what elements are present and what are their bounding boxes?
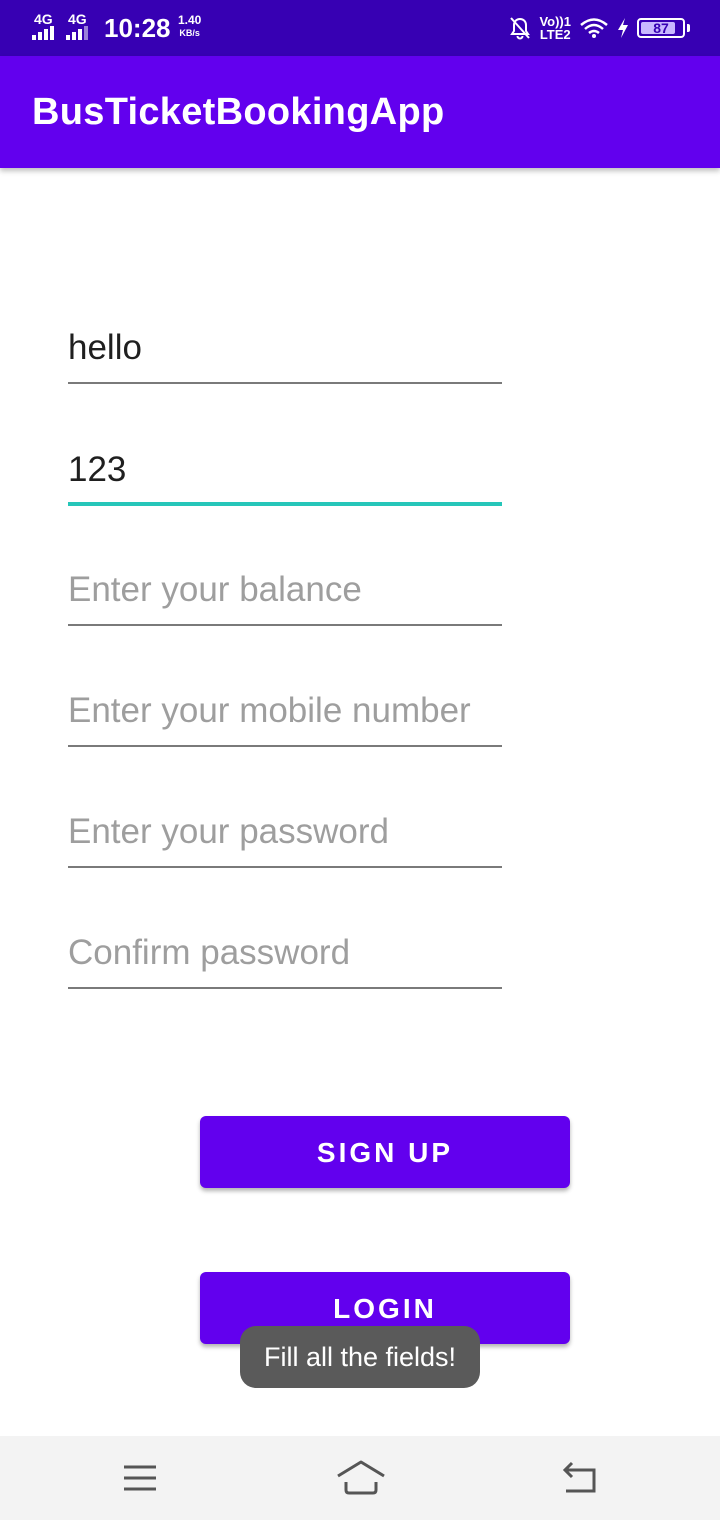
network-speed: 1.40 KB/s — [178, 14, 201, 40]
mobile-underline — [68, 745, 502, 747]
mobile-field[interactable] — [68, 677, 502, 747]
balance-underline — [68, 624, 502, 626]
app-bar: BusTicketBookingApp — [0, 56, 720, 168]
status-bar: 4G 4G 10:28 1.40 KB/s Vo))1 LTE2 87 — [0, 0, 720, 56]
battery-level: 87 — [653, 20, 669, 36]
battery-cap — [687, 24, 690, 32]
name-input[interactable] — [68, 314, 502, 382]
wifi-icon — [580, 18, 608, 38]
signal-icon: 4G — [66, 12, 96, 42]
id-underline — [68, 502, 502, 506]
charging-icon — [618, 18, 628, 38]
name-field[interactable] — [68, 314, 502, 384]
confirm-password-field[interactable] — [68, 919, 502, 989]
password-input[interactable] — [68, 798, 502, 866]
password-underline — [68, 866, 502, 868]
navigation-bar — [0, 1436, 720, 1520]
id-field[interactable] — [68, 436, 502, 506]
name-underline — [68, 382, 502, 384]
menu-icon[interactable] — [118, 1458, 162, 1498]
app-title: BusTicketBookingApp — [32, 91, 445, 133]
home-icon[interactable] — [336, 1458, 386, 1498]
lte-label: LTE2 — [539, 27, 571, 42]
confirm-password-underline — [68, 987, 502, 989]
mobile-input[interactable] — [68, 677, 502, 745]
network-type-label: 4G — [34, 11, 53, 27]
network-type-label: 4G — [68, 11, 87, 27]
battery-icon: 87 — [637, 18, 685, 38]
mute-notification-icon — [510, 17, 531, 40]
speed-unit: KB/s — [179, 28, 200, 38]
toast-message: Fill all the fields! — [240, 1326, 480, 1388]
signal-icon: 4G — [32, 12, 62, 42]
password-field[interactable] — [68, 798, 502, 868]
lte-indicator: Vo))1 LTE2 — [539, 15, 571, 41]
signup-button[interactable]: SIGN UP — [200, 1116, 570, 1188]
status-icons: Vo))1 LTE2 87 — [509, 12, 690, 44]
balance-input[interactable] — [68, 556, 502, 624]
clock: 10:28 — [104, 13, 171, 43]
speed-value: 1.40 — [178, 13, 202, 27]
back-icon[interactable] — [558, 1458, 602, 1498]
balance-field[interactable] — [68, 556, 502, 626]
id-input[interactable] — [68, 436, 502, 504]
confirm-password-input[interactable] — [68, 919, 502, 987]
signup-screen: 4G 4G 10:28 1.40 KB/s Vo))1 LTE2 87 BusT… — [0, 0, 720, 1520]
